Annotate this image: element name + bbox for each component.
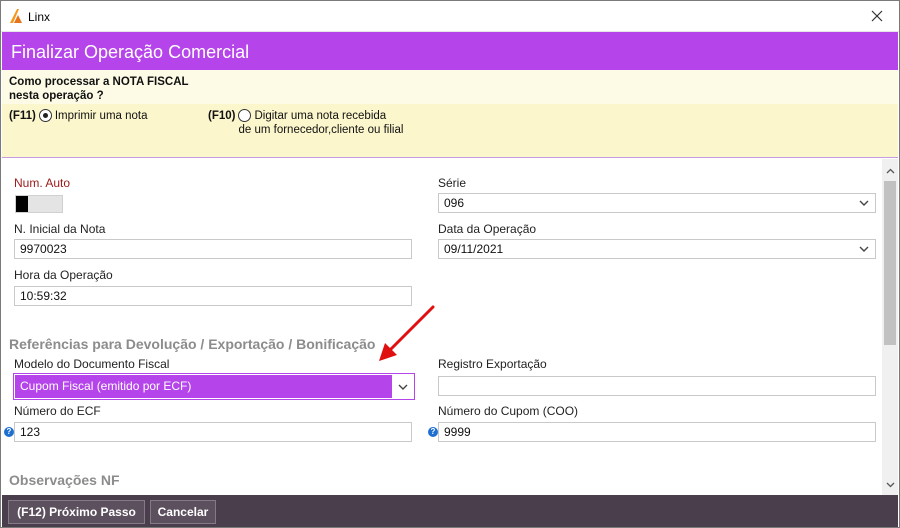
- shortcut-key: (F11): [9, 110, 36, 122]
- chevron-down-icon: [859, 246, 869, 252]
- numero-ecf-label: Número do ECF: [14, 404, 101, 418]
- modelo-documento-select[interactable]: Cupom Fiscal (emitido por ECF): [13, 373, 415, 400]
- serie-select[interactable]: 096: [438, 193, 876, 213]
- window-title: Linx: [28, 10, 51, 24]
- scroll-up-button[interactable]: [882, 163, 898, 179]
- shortcut-key: (F10): [208, 110, 236, 122]
- page-title: Finalizar Operação Comercial: [11, 42, 250, 62]
- section-referencias-title: Referências para Devolução / Exportação …: [9, 336, 376, 352]
- cancel-button[interactable]: Cancelar: [150, 500, 216, 524]
- radio-digitar-nota[interactable]: [238, 109, 252, 122]
- info-icon[interactable]: ?: [428, 427, 438, 437]
- chevron-down-icon: [886, 482, 894, 488]
- numero-cupom-input[interactable]: 9999: [438, 422, 876, 442]
- chevron-down-icon: [398, 384, 407, 390]
- chevron-up-icon: [886, 168, 894, 174]
- title-bar: Linx: [1, 1, 899, 32]
- option-label: Digitar uma nota recebida de um forneced…: [238, 110, 404, 136]
- numero-ecf-input[interactable]: 123: [14, 422, 412, 442]
- chevron-down-icon: [859, 200, 869, 206]
- num-auto-toggle[interactable]: [15, 195, 63, 213]
- nota-fiscal-question-panel: Como processar a NOTA FISCAL nesta opera…: [2, 70, 898, 158]
- form-area: Num. Auto Série 096 N. Inicial da Nota 9…: [2, 159, 882, 495]
- linx-logo-icon: [10, 9, 22, 23]
- n-inicial-value: 9970023: [20, 242, 67, 256]
- data-operacao-label: Data da Operação: [438, 222, 537, 236]
- option-digitar-nota[interactable]: (F10) Digitar uma nota recebida de um fo…: [208, 109, 403, 137]
- n-inicial-label: N. Inicial da Nota: [14, 222, 106, 236]
- page-header: Finalizar Operação Comercial: [2, 32, 898, 70]
- modelo-documento-value: Cupom Fiscal (emitido por ECF): [15, 375, 392, 398]
- numero-ecf-value: 123: [20, 425, 41, 439]
- scroll-thumb[interactable]: [884, 181, 896, 345]
- radio-imprimir-nota[interactable]: [38, 109, 52, 122]
- question-text: Como processar a NOTA FISCAL nesta opera…: [9, 76, 189, 102]
- hora-operacao-value: 10:59:32: [20, 289, 67, 303]
- n-inicial-input[interactable]: 9970023: [14, 239, 412, 259]
- serie-label: Série: [438, 176, 467, 190]
- num-auto-label: Num. Auto: [14, 176, 71, 190]
- numero-cupom-value: 9999: [444, 425, 471, 439]
- close-button[interactable]: [855, 1, 899, 31]
- data-operacao-value: 09/11/2021: [444, 242, 504, 256]
- option-label: Imprimir uma nota: [54, 110, 148, 122]
- hora-operacao-input[interactable]: 10:59:32: [14, 286, 412, 306]
- registro-exportacao-input[interactable]: [438, 376, 876, 396]
- scroll-down-button[interactable]: [882, 477, 898, 493]
- hora-operacao-label: Hora da Operação: [14, 268, 113, 282]
- next-step-button[interactable]: (F12) Próximo Passo: [8, 500, 145, 524]
- option-imprimir-nota[interactable]: (F11) Imprimir uma nota: [9, 109, 148, 123]
- question-header: Como processar a NOTA FISCAL nesta opera…: [2, 70, 898, 104]
- registro-exportacao-label: Registro Exportação: [438, 357, 547, 371]
- modelo-documento-dropdown-button[interactable]: [392, 375, 413, 398]
- modelo-documento-label: Modelo do Documento Fiscal: [14, 357, 170, 371]
- data-operacao-select[interactable]: 09/11/2021: [438, 239, 876, 259]
- dialog-window: Linx Finalizar Operação Comercial Como p…: [0, 0, 900, 528]
- toggle-knob: [16, 196, 28, 212]
- info-icon[interactable]: ?: [4, 427, 14, 437]
- section-observacoes-title: Observações NF: [9, 472, 120, 488]
- close-icon: [871, 10, 883, 22]
- serie-value: 096: [444, 196, 465, 210]
- form-scrollbar[interactable]: [882, 159, 898, 495]
- numero-cupom-label: Número do Cupom (COO): [438, 404, 579, 418]
- footer-bar: (F12) Próximo Passo Cancelar: [2, 495, 898, 527]
